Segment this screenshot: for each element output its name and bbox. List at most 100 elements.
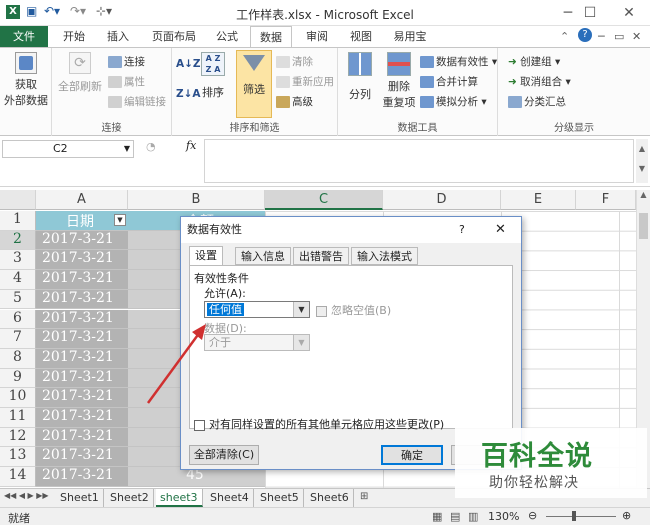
- scroll-up-icon[interactable]: ▲: [637, 190, 650, 199]
- cell-date[interactable]: 2017-3-21: [36, 270, 128, 290]
- column-header-b[interactable]: B: [128, 190, 265, 210]
- minimize-ribbon-icon[interactable]: ⌃: [560, 30, 569, 43]
- group-button[interactable]: ➜ 创建组 ▾: [508, 54, 560, 69]
- insert-function-icon[interactable]: fx: [186, 139, 196, 152]
- select-all-corner[interactable]: [0, 190, 36, 210]
- name-box-dropdown-icon[interactable]: ▼: [124, 141, 130, 157]
- cell-date[interactable]: 2017-3-21: [36, 348, 128, 369]
- text-to-columns-button[interactable]: 分列: [342, 52, 378, 102]
- subtotal-button[interactable]: 分类汇总: [508, 94, 566, 109]
- zoom-slider-thumb[interactable]: [572, 511, 576, 521]
- ok-button[interactable]: 确定: [381, 445, 443, 465]
- sheet-nav-icons[interactable]: ◀◀ ◀ ▶ ▶▶: [4, 491, 49, 500]
- row-header[interactable]: 6: [0, 309, 36, 330]
- doc-restore-button[interactable]: ▭: [614, 30, 624, 43]
- insert-sheet-icon[interactable]: ⊞: [360, 491, 368, 502]
- sheet-tab-sheet6[interactable]: Sheet6: [306, 489, 354, 507]
- scroll-thumb[interactable]: [639, 213, 648, 239]
- reapply-button[interactable]: 重新应用: [276, 74, 334, 89]
- row-header[interactable]: 9: [0, 368, 36, 389]
- page-layout-view-icon[interactable]: ▤: [450, 510, 460, 523]
- filter-button[interactable]: 筛选: [236, 50, 272, 118]
- sheet-tab-sheet1[interactable]: Sheet1: [56, 489, 104, 507]
- ungroup-button[interactable]: ➜ 取消组合 ▾: [508, 74, 571, 89]
- data-select[interactable]: 介于 ▼: [204, 334, 310, 351]
- close-window-button[interactable]: ✕: [613, 2, 645, 24]
- name-box[interactable]: C2 ▼: [2, 140, 134, 158]
- tab-file[interactable]: 文件: [0, 26, 48, 48]
- sort-za-button[interactable]: Z↓A: [176, 88, 201, 100]
- row-header[interactable]: 10: [0, 388, 36, 408]
- dialog-tab-error-alert[interactable]: 出错警告: [293, 247, 349, 265]
- tab-insert[interactable]: 插入: [100, 26, 136, 48]
- tab-formulas[interactable]: 公式: [208, 26, 246, 48]
- row-header[interactable]: 3: [0, 250, 36, 271]
- cell-date[interactable]: 2017-3-21: [36, 388, 128, 408]
- cell-date[interactable]: 2017-3-21: [36, 329, 128, 349]
- cell-amount[interactable]: 45: [128, 467, 265, 487]
- tab-page-layout[interactable]: 页面布局: [144, 26, 204, 48]
- data-validation-button[interactable]: 数据有效性 ▾: [420, 54, 497, 69]
- row-header[interactable]: 8: [0, 348, 36, 369]
- consolidate-button[interactable]: 合并计算: [420, 74, 478, 89]
- sheet-tab-sheet5[interactable]: Sheet5: [256, 489, 304, 507]
- filter-dropdown-icon[interactable]: ▼: [114, 214, 126, 226]
- advanced-filter-button[interactable]: 高级: [276, 94, 313, 109]
- ignore-blank-checkbox[interactable]: 忽略空值(B): [316, 302, 391, 318]
- apply-all-checkbox[interactable]: 对有同样设置的所有其他单元格应用这些更改(P): [194, 416, 444, 432]
- row-header[interactable]: 7: [0, 329, 36, 349]
- cell-date[interactable]: 2017-3-21: [36, 289, 128, 310]
- refresh-all-button[interactable]: ⟳ 全部刷新: [56, 52, 104, 94]
- column-header-e[interactable]: E: [501, 190, 576, 210]
- maximize-button[interactable]: ☐: [574, 2, 606, 24]
- dialog-tab-ime-mode[interactable]: 输入法模式: [351, 247, 418, 265]
- row-header[interactable]: 11: [0, 408, 36, 428]
- tab-data[interactable]: 数据: [250, 26, 292, 49]
- sheet-tab-sheet3[interactable]: sheet3: [156, 489, 203, 507]
- tab-easyutility[interactable]: 易用宝: [386, 26, 434, 48]
- connections-button[interactable]: 连接: [108, 54, 145, 69]
- cell-date[interactable]: 2017-3-21: [36, 427, 128, 448]
- cell-date[interactable]: 2017-3-21: [36, 368, 128, 389]
- row-header[interactable]: 12: [0, 427, 36, 448]
- allow-dropdown-icon[interactable]: ▼: [293, 302, 309, 317]
- remove-duplicates-button[interactable]: 删除 重复项: [380, 52, 418, 110]
- tab-view[interactable]: 视图: [342, 26, 380, 48]
- zoom-in-icon[interactable]: ⊕: [622, 509, 631, 522]
- dialog-close-button[interactable]: ✕: [495, 217, 506, 243]
- cell-date[interactable]: 2017-3-21: [36, 309, 128, 330]
- normal-view-icon[interactable]: ▦: [432, 510, 442, 523]
- cell-date[interactable]: 2017-3-21: [36, 447, 128, 468]
- formula-options-icon[interactable]: ◔: [146, 140, 156, 153]
- zoom-out-icon[interactable]: ⊖: [528, 509, 537, 522]
- row-header[interactable]: 13: [0, 447, 36, 468]
- doc-minimize-button[interactable]: ─: [598, 30, 605, 43]
- help-icon[interactable]: ?: [578, 28, 592, 42]
- zoom-level[interactable]: 130%: [488, 510, 519, 523]
- row-header[interactable]: 1: [0, 211, 36, 231]
- data-dropdown-icon[interactable]: ▼: [293, 335, 309, 350]
- tab-review[interactable]: 审阅: [298, 26, 336, 48]
- cell-date[interactable]: 2017-3-21: [36, 230, 128, 251]
- allow-select[interactable]: 任何值 ▼: [204, 301, 310, 318]
- dialog-tab-settings[interactable]: 设置: [189, 246, 223, 266]
- column-header-d[interactable]: D: [383, 190, 501, 210]
- doc-close-button[interactable]: ✕: [632, 30, 641, 43]
- get-external-data-button[interactable]: 获取 外部数据: [2, 52, 50, 108]
- properties-button[interactable]: 属性: [108, 74, 145, 89]
- cell-date[interactable]: 2017-3-21: [36, 408, 128, 428]
- dialog-help-button[interactable]: ?: [459, 217, 465, 243]
- row-header[interactable]: 5: [0, 289, 36, 310]
- sort-az-button[interactable]: A↓Z: [176, 58, 201, 70]
- formula-input[interactable]: [204, 139, 634, 183]
- sort-button[interactable]: A Z Z A 排序: [198, 52, 228, 100]
- sheet-tab-sheet4[interactable]: Sheet4: [206, 489, 254, 507]
- tab-home[interactable]: 开始: [56, 26, 92, 48]
- row-header[interactable]: 14: [0, 467, 36, 487]
- formula-expand-icon[interactable]: ▲ ▼: [636, 139, 648, 183]
- clear-all-button[interactable]: 全部清除(C): [189, 445, 259, 465]
- page-break-view-icon[interactable]: ▥: [468, 510, 478, 523]
- sheet-tab-sheet2[interactable]: Sheet2: [106, 489, 154, 507]
- cell-date[interactable]: 2017-3-21: [36, 467, 128, 487]
- dialog-tab-input-message[interactable]: 输入信息: [235, 247, 291, 265]
